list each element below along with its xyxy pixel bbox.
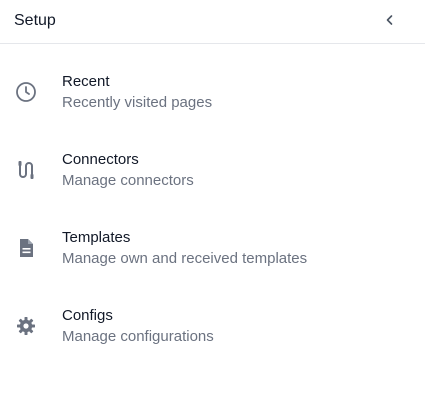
panel-header: Setup bbox=[0, 0, 425, 44]
menu-item-description: Manage connectors bbox=[62, 172, 194, 189]
menu-item-description: Recently visited pages bbox=[62, 94, 213, 111]
connector-icon bbox=[14, 158, 38, 182]
menu-item-connectors[interactable]: Connectors Manage connectors bbox=[0, 151, 425, 211]
panel-title: Setup bbox=[14, 12, 56, 29]
menu-item-label: Recent bbox=[62, 73, 110, 90]
menu-item-label: Connectors bbox=[62, 151, 139, 168]
menu-item-recent[interactable]: Recent Recently visited pages bbox=[0, 73, 425, 133]
menu-item-templates[interactable]: Templates Manage own and received templa… bbox=[0, 229, 425, 289]
menu-item-description: Manage own and received templates bbox=[62, 250, 308, 267]
chevron-left-icon bbox=[384, 13, 396, 31]
clock-icon bbox=[14, 80, 38, 104]
setup-panel: Setup Recent Recently visited pages Conn… bbox=[0, 0, 425, 401]
menu-item-label: Templates bbox=[62, 229, 131, 246]
menu-item-configs[interactable]: Configs Manage configurations bbox=[0, 307, 425, 367]
document-icon bbox=[14, 236, 38, 260]
menu-item-description: Manage configurations bbox=[62, 328, 214, 345]
collapse-button[interactable] bbox=[378, 10, 402, 34]
gear-icon bbox=[14, 314, 38, 338]
menu-item-label: Configs bbox=[62, 307, 113, 324]
